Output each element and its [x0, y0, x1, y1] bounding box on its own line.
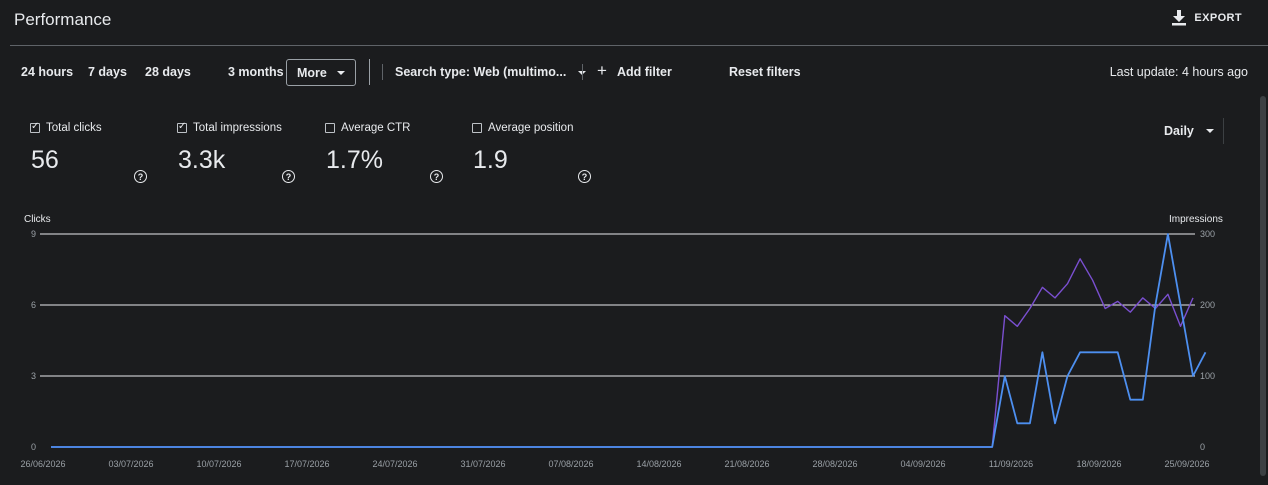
series-line-impressions	[51, 258, 1194, 448]
help-icon[interactable]: ?	[578, 170, 591, 183]
metric-label: Total impressions	[193, 122, 282, 134]
granularity-label: Daily	[1164, 124, 1194, 138]
x-tick-label: 25/09/2026	[1164, 459, 1209, 469]
divider	[582, 64, 583, 80]
metric-value: 56	[31, 146, 59, 174]
metric-label: Total clicks	[46, 122, 102, 134]
help-icon[interactable]: ?	[430, 170, 443, 183]
help-icon[interactable]: ?	[282, 170, 295, 183]
y-tick-label-left: 9	[31, 229, 36, 239]
plus-icon[interactable]: +	[597, 61, 607, 81]
header: Performance EXPORT	[0, 0, 1268, 46]
series-line-clicks	[51, 233, 1207, 448]
filter-bar: 24 hours 7 days 28 days 3 months More Se…	[0, 56, 1268, 88]
x-tick-label: 24/07/2026	[372, 459, 417, 469]
scrollbar[interactable]	[1260, 96, 1266, 476]
page-title: Performance	[14, 10, 112, 29]
range-28-days[interactable]: 28 days	[145, 65, 191, 79]
x-tick-label: 11/09/2026	[989, 459, 1033, 469]
metric-total-impressions[interactable]: Total impressions 3.3k ?	[177, 121, 307, 190]
y-tick-label-left: 3	[31, 371, 36, 381]
y-tick-label-left: 0	[31, 442, 36, 452]
checkbox-checked-icon[interactable]	[30, 121, 40, 133]
metric-total-clicks[interactable]: Total clicks 56 ?	[30, 121, 160, 190]
x-tick-label: 10/07/2026	[196, 459, 241, 469]
x-tick-label: 04/09/2026	[900, 459, 945, 469]
range-24-hours[interactable]: 24 hours	[21, 65, 73, 79]
x-tick-label: 31/07/2026	[460, 459, 505, 469]
x-tick-label: 18/09/2026	[1076, 459, 1121, 469]
download-icon	[1172, 10, 1187, 26]
last-update-text: Last update: 4 hours ago	[1109, 65, 1248, 79]
divider	[382, 64, 383, 80]
add-filter-button[interactable]: Add filter	[617, 65, 672, 79]
metric-value: 3.3k	[178, 146, 226, 174]
checkbox-unchecked-icon[interactable]	[325, 123, 335, 133]
export-label: EXPORT	[1194, 12, 1242, 24]
metric-average-ctr[interactable]: Average CTR 1.7% ?	[325, 122, 455, 190]
more-dropdown[interactable]: More	[286, 59, 356, 86]
left-axis-title: Clicks	[24, 214, 51, 225]
range-7-days[interactable]: 7 days	[88, 65, 127, 79]
y-tick-label-right: 100	[1200, 371, 1215, 381]
metric-average-position[interactable]: Average position 1.9 ?	[472, 122, 602, 190]
checkbox-unchecked-icon[interactable]	[472, 123, 482, 133]
checkbox-checked-icon[interactable]	[177, 121, 187, 133]
y-tick-label-right: 200	[1200, 300, 1215, 310]
metric-label: Average CTR	[341, 122, 411, 134]
search-type-label: Search type: Web (multimo...	[395, 65, 567, 79]
more-label: More	[297, 65, 327, 80]
header-divider	[10, 45, 1268, 46]
x-tick-label: 28/08/2026	[812, 459, 857, 469]
caret-down-icon	[336, 70, 345, 75]
performance-chart: 0 3 6 9 0 100 200 300 26/06/2026 03/07/2026 10/07/…	[20, 229, 1215, 469]
y-tick-label-left: 6	[31, 300, 36, 310]
metric-value: 1.7%	[326, 146, 383, 174]
y-tick-label-right: 0	[1200, 442, 1205, 452]
y-tick-label-right: 300	[1200, 229, 1215, 239]
x-tick-label: 07/08/2026	[548, 459, 593, 469]
x-tick-label: 21/08/2026	[724, 459, 769, 469]
metric-value: 1.9	[473, 146, 508, 174]
x-tick-label: 14/08/2026	[636, 459, 681, 469]
caret-down-icon	[1205, 129, 1214, 133]
x-tick-label: 03/07/2026	[108, 459, 153, 469]
help-icon[interactable]: ?	[134, 170, 147, 183]
x-tick-label: 26/06/2026	[20, 459, 65, 469]
granularity-dropdown[interactable]: Daily	[1150, 118, 1224, 144]
range-3-months[interactable]: 3 months	[228, 65, 284, 79]
x-tick-label: 17/07/2026	[284, 459, 329, 469]
search-type-filter[interactable]: Search type: Web (multimo...	[395, 65, 586, 79]
export-button[interactable]: EXPORT	[1172, 10, 1242, 26]
metric-label: Average position	[488, 122, 574, 134]
right-axis-title: Impressions	[1169, 214, 1223, 225]
divider	[369, 59, 370, 85]
reset-filters-button[interactable]: Reset filters	[729, 65, 801, 79]
